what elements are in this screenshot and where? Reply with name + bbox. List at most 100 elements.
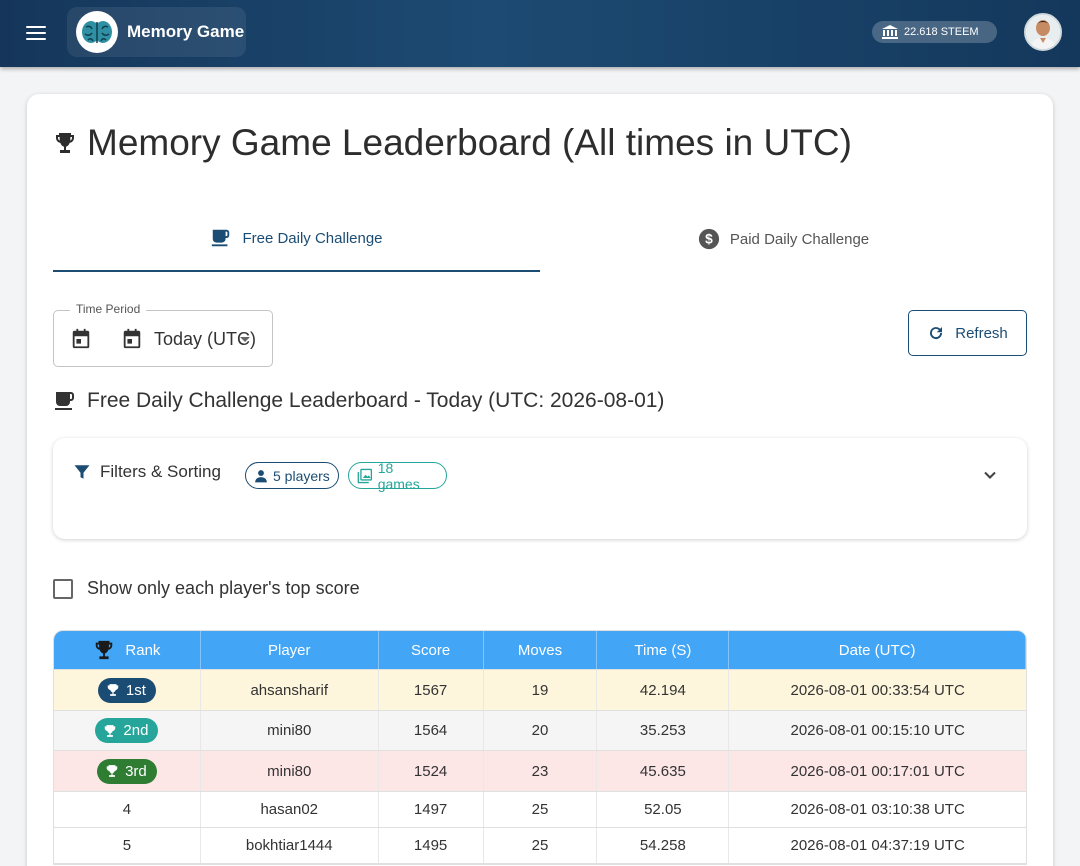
date-cell: 2026-08-01 00:33:54 UTC xyxy=(790,681,965,699)
moves-cell: 25 xyxy=(484,792,598,827)
coffee-cup-icon xyxy=(212,229,230,247)
subtitle-text: Free Daily Challenge Leaderboard - Today… xyxy=(87,389,665,412)
time-cell: 54.258 xyxy=(597,828,730,863)
refresh-icon xyxy=(930,327,943,340)
leaderboard-table: Rank Player Score Moves Time (S) Date (U… xyxy=(53,630,1027,865)
rank-value: 3rd xyxy=(125,762,147,780)
trophy-icon xyxy=(56,133,74,153)
time-cell: 45.635 xyxy=(597,751,730,791)
time-period-label: Time Period xyxy=(70,302,147,316)
wallet-amount: 22.618 STEEM xyxy=(904,26,979,38)
table-row: 2nd mini80 1564 20 35.253 2026-08-01 00:… xyxy=(54,711,1026,751)
games-count-chip: 18 games xyxy=(348,459,447,492)
rank-badge-bronze: 3rd xyxy=(97,758,157,784)
brand-link[interactable]: Memory Game xyxy=(67,7,246,57)
filters-label: Filters & Sorting xyxy=(100,462,221,481)
trophy-icon xyxy=(105,724,116,737)
page-title-text: Memory Game Leaderboard (All times in UT… xyxy=(87,122,852,163)
time-cell: 35.253 xyxy=(597,711,730,750)
refresh-label: Refresh xyxy=(955,324,1008,342)
time-period-select[interactable]: Time Period Today (UTC) xyxy=(53,302,273,367)
rank-value: 1st xyxy=(125,681,146,699)
dollar-circle-icon: $ xyxy=(698,228,719,250)
expand-more-icon[interactable] xyxy=(980,465,1000,485)
chevron-down-icon xyxy=(240,337,250,342)
player-cell: mini80 xyxy=(201,711,379,750)
players-count: 5 players xyxy=(273,467,330,484)
photo-library-icon xyxy=(357,468,373,483)
player-cell: bokhtiar1444 xyxy=(201,828,379,863)
rank-cell: 4 xyxy=(54,792,201,827)
date-cell: 2026-08-01 00:17:01 UTC xyxy=(790,762,965,780)
date-cell: 2026-08-01 03:10:38 UTC xyxy=(790,801,965,818)
rank-cell: 3rd xyxy=(54,751,201,791)
leaderboard-subtitle: Free Daily Challenge Leaderboard - Today… xyxy=(53,389,664,413)
trophy-icon xyxy=(106,765,118,777)
page-title: Memory Game Leaderboard (All times in UT… xyxy=(53,122,852,164)
header-rank[interactable]: Rank xyxy=(54,631,201,669)
bank-icon xyxy=(882,25,898,39)
avatar[interactable] xyxy=(1024,13,1062,51)
leaderboard-card: Memory Game Leaderboard (All times in UT… xyxy=(27,94,1053,866)
moves-cell: 23 xyxy=(484,751,598,791)
header-date[interactable]: Date (UTC) xyxy=(729,631,1026,669)
svg-text:$: $ xyxy=(705,232,713,247)
moves-cell: 19 xyxy=(484,670,598,710)
tab-paid-label: Paid Daily Challenge xyxy=(729,230,870,248)
player-cell: ahsansharif xyxy=(201,670,379,710)
score-cell: 1564 xyxy=(379,711,484,750)
trophy-icon xyxy=(96,640,113,660)
date-cell: 2026-08-01 00:15:10 UTC xyxy=(790,722,965,739)
header-time[interactable]: Time (S) xyxy=(597,631,730,669)
time-cell: 52.05 xyxy=(597,792,730,827)
coffee-cup-icon xyxy=(55,392,74,410)
moves-cell: 25 xyxy=(484,828,598,863)
tab-paid-daily-challenge[interactable]: $ Paid Daily Challenge xyxy=(540,206,1027,272)
rank-value: 2nd xyxy=(123,722,149,739)
header-player[interactable]: Player xyxy=(201,631,379,669)
header-score[interactable]: Score xyxy=(379,631,484,669)
score-cell: 1495 xyxy=(379,828,484,863)
refresh-button[interactable]: Refresh xyxy=(908,310,1027,356)
rank-cell: 5 xyxy=(54,828,201,863)
user-avatar-icon xyxy=(1026,15,1060,49)
brain-logo-icon xyxy=(76,11,118,53)
top-score-label: Show only each player's top score xyxy=(87,578,360,598)
time-cell: 42.194 xyxy=(597,670,730,710)
top-score-checkbox[interactable] xyxy=(53,578,73,599)
players-count-chip: 5 players xyxy=(245,462,339,489)
games-count: 18 games xyxy=(377,459,420,492)
calendar-icon xyxy=(123,328,141,349)
score-cell: 1524 xyxy=(379,751,484,791)
table-row: 5 bokhtiar1444 1495 25 54.258 2026-08-01… xyxy=(54,828,1026,864)
table-row: 4 hasan02 1497 25 52.05 2026-08-01 03:10… xyxy=(54,792,1026,828)
rank-cell: 2nd xyxy=(54,711,201,750)
header-moves[interactable]: Moves xyxy=(484,631,598,669)
table-row: 3rd mini80 1524 23 45.635 2026-08-01 00:… xyxy=(54,751,1026,792)
score-cell: 1497 xyxy=(379,792,484,827)
tab-free-label: Free Daily Challenge xyxy=(242,229,383,247)
date-cell: 2026-08-01 04:37:19 UTC xyxy=(790,837,965,854)
app-bar: Memory Game 22.618 STEEM xyxy=(0,0,1080,67)
filter-icon xyxy=(74,465,90,479)
tab-free-daily-challenge[interactable]: Free Daily Challenge xyxy=(53,206,540,272)
top-score-only-toggle[interactable]: Show only each player's top score xyxy=(53,578,360,599)
rank-cell: 1st xyxy=(54,670,201,710)
rank-badge-gold: 1st xyxy=(97,677,156,703)
wallet-balance[interactable]: 22.618 STEEM xyxy=(872,21,997,43)
menu-icon[interactable] xyxy=(20,17,52,49)
rank-badge-silver: 2nd xyxy=(95,718,159,743)
calendar-icon xyxy=(72,328,90,349)
table-row: 1st ahsansharif 1567 19 42.194 2026-08-0… xyxy=(54,670,1026,711)
header-rank-label: Rank xyxy=(125,641,161,659)
filters-toggle[interactable]: Filters & Sorting xyxy=(73,462,221,482)
filters-panel: Filters & Sorting 5 players 18 games xyxy=(53,438,1027,539)
person-icon xyxy=(255,469,267,482)
table-header: Rank Player Score Moves Time (S) Date (U… xyxy=(54,631,1026,670)
score-cell: 1567 xyxy=(379,670,484,710)
moves-cell: 20 xyxy=(484,711,598,750)
app-title: Memory Game xyxy=(127,22,245,41)
trophy-icon xyxy=(107,684,119,696)
player-cell: hasan02 xyxy=(201,792,379,827)
player-cell: mini80 xyxy=(201,751,379,791)
